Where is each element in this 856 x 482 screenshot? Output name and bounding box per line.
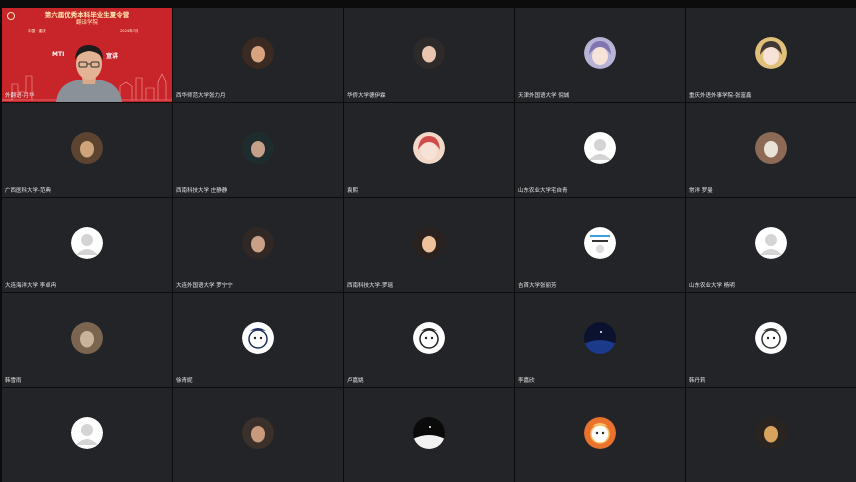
participant-video-tile[interactable] bbox=[515, 388, 685, 482]
cartoon-avatar-icon bbox=[242, 322, 274, 354]
participant-video-tile[interactable]: 大连海洋大学 李卓冉 bbox=[2, 198, 172, 292]
photo-avatar-icon bbox=[755, 417, 787, 449]
participant-name: 天津外国语大学 倪城 bbox=[518, 93, 570, 99]
participant-name: 吉首大学张丽芳 bbox=[518, 283, 557, 289]
participant-name: 外翻语-月华 bbox=[5, 93, 35, 99]
cartoon-avatar-icon bbox=[755, 322, 787, 354]
participant-name: 山东农业大学 杨明 bbox=[689, 283, 735, 289]
anime-avatar-icon bbox=[584, 37, 616, 69]
participant-name: 山东农业大学宅自青 bbox=[518, 188, 568, 194]
video-gallery-grid: 第六届优秀本科毕业生夏令营 翻译学院 中国 · 重庆 2024年7月 MTI 宣… bbox=[0, 8, 856, 482]
participant-video-tile[interactable]: 西南科技大学 庄静静 bbox=[173, 103, 343, 197]
photo-avatar-icon bbox=[242, 227, 274, 259]
cartoon-avatar-icon bbox=[413, 322, 445, 354]
presenter-video-tile[interactable]: 第六届优秀本科毕业生夏令营 翻译学院 中国 · 重庆 2024年7月 MTI 宣… bbox=[2, 8, 172, 102]
participant-video-tile[interactable] bbox=[173, 388, 343, 482]
photo-avatar-icon bbox=[413, 37, 445, 69]
banner-date: 2024年7月 bbox=[120, 29, 139, 33]
banner-title: 第六届优秀本科毕业生夏令营 bbox=[44, 11, 130, 19]
participant-video-tile[interactable]: 重庆外语外事学院-张富鑫 bbox=[686, 8, 856, 102]
participant-name: 韩丹莉 bbox=[689, 378, 706, 384]
participant-video-tile[interactable]: 西华师范大学张力月 bbox=[173, 8, 343, 102]
participant-video-tile[interactable]: 韩丹莉 bbox=[686, 293, 856, 387]
participant-name: 大连外国语大学 罗宁宁 bbox=[176, 283, 233, 289]
participant-name: 重庆外语外事学院-张富鑫 bbox=[689, 93, 752, 99]
participant-name: 西华师范大学张力月 bbox=[176, 93, 226, 99]
default-user-icon bbox=[71, 227, 103, 259]
cartoon-avatar-icon bbox=[584, 417, 616, 449]
participant-name: 袁熙 bbox=[347, 188, 359, 194]
default-user-icon bbox=[71, 417, 103, 449]
anime-avatar-icon bbox=[755, 37, 787, 69]
photo-avatar-icon bbox=[71, 132, 103, 164]
night-sky-avatar-icon bbox=[413, 417, 445, 449]
participant-name: 广西医科大学-范典 bbox=[5, 188, 51, 194]
participant-video-tile[interactable]: 袁熙 bbox=[344, 103, 514, 197]
participant-name: 西南科技大学-罗瑶 bbox=[347, 283, 393, 289]
participant-name: 大连海洋大学 李卓冉 bbox=[5, 283, 57, 289]
default-user-icon bbox=[755, 227, 787, 259]
participant-name: 徐青妮 bbox=[176, 378, 193, 384]
photo-avatar-icon bbox=[71, 322, 103, 354]
participant-name: 常洋 罗曼 bbox=[689, 188, 713, 194]
participant-name: 李嘉欣 bbox=[518, 378, 535, 384]
participant-video-tile[interactable] bbox=[686, 388, 856, 482]
banner-subtitle: 翻译学院 bbox=[75, 20, 98, 26]
photo-avatar-icon bbox=[755, 132, 787, 164]
participant-video-tile[interactable]: 吉首大学张丽芳 bbox=[515, 198, 685, 292]
photo-avatar-icon bbox=[242, 417, 274, 449]
participant-video-tile[interactable]: 西南科技大学-罗瑶 bbox=[344, 198, 514, 292]
photo-avatar-icon bbox=[242, 37, 274, 69]
participant-video-tile[interactable]: 华侨大学德伊霖 bbox=[344, 8, 514, 102]
participant-video-tile[interactable]: 李嘉欣 bbox=[515, 293, 685, 387]
participant-video-tile[interactable]: 天津外国语大学 倪城 bbox=[515, 8, 685, 102]
banner-location: 中国 · 重庆 bbox=[28, 29, 46, 33]
sticker-avatar-icon bbox=[584, 227, 616, 259]
participant-video-tile[interactable]: 卢嘉姚 bbox=[344, 293, 514, 387]
participant-video-tile[interactable]: 山东农业大学宅自青 bbox=[515, 103, 685, 197]
participant-video-tile[interactable]: 山东农业大学 杨明 bbox=[686, 198, 856, 292]
night-sky-avatar-icon bbox=[584, 322, 616, 354]
photo-avatar-icon bbox=[242, 132, 274, 164]
participant-video-tile[interactable] bbox=[2, 388, 172, 482]
participant-video-tile[interactable]: 韩雪雨 bbox=[2, 293, 172, 387]
participant-video-tile[interactable]: 徐青妮 bbox=[173, 293, 343, 387]
participant-video-tile[interactable]: 广西医科大学-范典 bbox=[2, 103, 172, 197]
presenter-figure bbox=[56, 44, 122, 102]
participant-video-tile[interactable]: 常洋 罗曼 bbox=[686, 103, 856, 197]
participant-video-tile[interactable]: 大连外国语大学 罗宁宁 bbox=[173, 198, 343, 292]
participant-name: 西南科技大学 庄静静 bbox=[176, 188, 228, 194]
participant-name: 华侨大学德伊霖 bbox=[347, 93, 386, 99]
anime-avatar-icon bbox=[413, 132, 445, 164]
participant-video-tile[interactable] bbox=[344, 388, 514, 482]
participant-name: 韩雪雨 bbox=[5, 378, 22, 384]
default-user-icon bbox=[584, 132, 616, 164]
photo-avatar-icon bbox=[413, 227, 445, 259]
participant-name: 卢嘉姚 bbox=[347, 378, 364, 384]
